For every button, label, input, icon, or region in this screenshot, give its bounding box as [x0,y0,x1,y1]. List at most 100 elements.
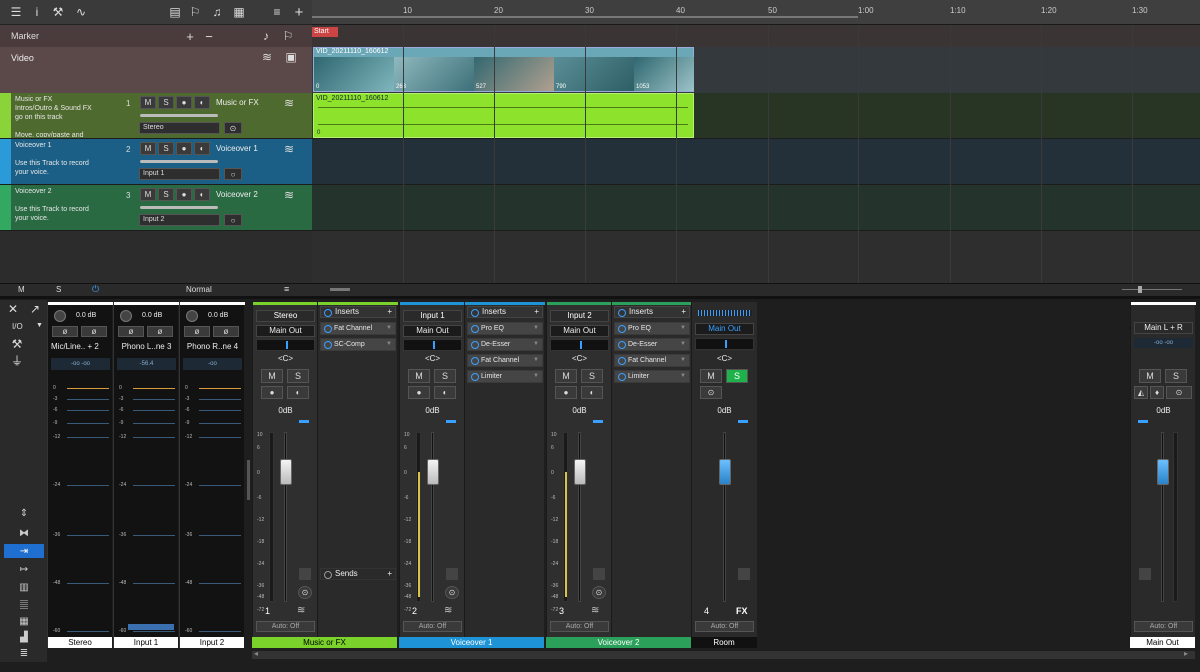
input-monitor-icon[interactable]: ○ [224,214,242,226]
bypass-icon[interactable] [738,568,750,580]
bus-icon[interactable]: ▦ [4,614,44,628]
track-volume-slider[interactable] [140,160,218,163]
main-name[interactable]: Main L + R [1134,322,1193,334]
channel-input-name[interactable]: Input 2 [550,310,609,322]
add-send-icon[interactable]: + [387,569,392,579]
chart-icon[interactable]: ▤ [168,5,182,19]
inserts-panel[interactable]: Inserts + Fat Channel ▼ SC-Comp ▼ Sends + [317,302,398,648]
fader-cap[interactable] [1157,459,1169,485]
channel-strip[interactable]: Input 1 Main Out <C> M S ● ◐ 0dB 10 6 0 -6 -12 -18 -24… [399,302,465,648]
video-clip[interactable]: VID_20211110_160612 0 263 527 790 1053 [313,47,694,92]
fx-channel-room[interactable]: Main Out <C> M S ⊙ 0dB 4 FX Auto: Off [691,302,757,648]
chevron-down-icon[interactable]: ▼ [680,323,686,334]
track-volume-slider[interactable] [140,114,218,117]
mute-button[interactable]: M [261,369,283,383]
automation-mode[interactable]: Auto: Off [1134,621,1193,632]
automation-mode[interactable]: Auto: Off [550,621,609,632]
phase-button[interactable]: ø [213,326,239,337]
power-icon[interactable] [618,309,626,317]
power-icon[interactable]: ⏻ [92,284,99,295]
insert-slot[interactable]: Limiter ▼ [614,370,690,383]
monitor-button[interactable]: ◐ [194,142,210,155]
gain-knob[interactable] [54,310,66,322]
track-name[interactable]: Voiceover 1 [216,144,258,153]
bypass-icon[interactable] [446,568,458,580]
global-mute-button[interactable]: M [18,285,25,294]
instrument-icon[interactable]: ▥ [4,580,44,594]
film-icon[interactable]: ▣ [284,50,298,64]
keyboard-icon[interactable]: 𝄚 [4,598,44,612]
output-select[interactable]: Main Out [403,325,462,337]
power-icon[interactable] [618,373,626,381]
toggle-icon[interactable]: ⊙ [224,122,242,134]
record-arm-button[interactable]: ● [408,386,430,399]
fader-track[interactable] [431,432,434,602]
power-icon[interactable] [324,571,332,579]
wrench-icon[interactable]: ⚒ [10,337,24,351]
solo-button[interactable]: S [158,188,174,201]
record-arm-button[interactable]: ● [176,142,192,155]
phase-button[interactable]: ø [52,326,78,337]
marker-lane[interactable]: Start [312,25,1200,47]
record-arm-button[interactable]: ● [176,96,192,109]
record-arm-button[interactable]: ● [261,386,283,399]
automation-mode[interactable]: Auto: Off [403,621,462,632]
chevron-down-icon[interactable]: ▼ [533,323,539,334]
track-header-music-or-fx[interactable]: Music or FX Intros/Outro & Sound FX go o… [0,93,312,139]
mute-button[interactable]: M [140,188,156,201]
link-icon[interactable]: ⊙ [592,586,606,599]
mute-button[interactable]: M [555,369,577,383]
output-select[interactable]: Main Out [256,325,315,337]
insert-slot[interactable]: De-Esser ▼ [467,338,543,351]
link-icon[interactable]: ⊙ [700,386,722,399]
add-track-icon[interactable]: + [292,4,306,21]
fader-cap[interactable] [280,459,292,485]
waveform-icon[interactable]: ≋ [282,96,296,110]
mixer-scrollbar[interactable]: ◂ ▸ [252,649,1195,659]
zoom-slider[interactable] [1122,289,1182,290]
chevron-down-icon[interactable]: ▼ [533,355,539,366]
flag-icon[interactable]: ⚐ [188,5,202,19]
phase-button[interactable]: ø [118,326,144,337]
chevron-down-icon[interactable]: ▼ [533,371,539,382]
phase-button[interactable]: ø [81,326,107,337]
insert-slot[interactable]: Fat Channel ▼ [320,322,396,335]
menu-icon[interactable]: ☰ [8,5,24,19]
channel-input-name[interactable]: Stereo [256,310,315,322]
power-icon[interactable] [471,325,479,333]
solo-button[interactable]: S [726,369,748,383]
monitor-button[interactable]: ◐ [434,386,456,399]
waveform-icon[interactable]: ≋ [282,188,296,202]
collapse-icon[interactable]: ⇕ [4,506,44,520]
solo-button[interactable]: S [158,142,174,155]
close-icon[interactable]: ✕ [6,302,20,316]
remove-marker-icon[interactable]: − [203,29,215,44]
meter-icon[interactable]: ▟ [4,630,44,644]
scroll-left-icon[interactable]: ◂ [254,649,258,658]
phase-button[interactable]: ø [147,326,173,337]
waveform-icon[interactable]: ≋ [260,50,274,64]
insert-slot[interactable]: Limiter ▼ [467,370,543,383]
wrench-icon[interactable]: ⚒ [50,5,66,19]
mute-button[interactable]: M [140,142,156,155]
lane-voiceover-1[interactable] [312,139,1200,185]
track-input-select[interactable]: Stereo [139,122,220,134]
bypass-icon[interactable] [593,568,605,580]
power-icon[interactable] [471,309,479,317]
power-icon[interactable] [618,341,626,349]
track-header-voiceover-2[interactable]: Voiceover 2 Use this Track to record you… [0,185,312,231]
lane-empty[interactable] [312,231,1200,283]
pan-control[interactable] [256,339,315,351]
solo-button[interactable]: S [434,369,456,383]
track-input-select[interactable]: Input 1 [139,168,220,180]
main-out-channel[interactable]: Main L + R -oo -oo M S ◭ ♦ ⊙ 0dB Auto: O… [1130,302,1196,648]
link-icon[interactable]: ⊙ [445,586,459,599]
power-icon[interactable] [324,325,332,333]
waveform-icon[interactable]: ≋ [591,605,599,616]
automation-mode[interactable]: Auto: Off [256,621,315,632]
fader-track[interactable] [578,432,581,602]
io-label[interactable]: I/O [12,322,23,331]
output-select[interactable]: Main Out [695,323,754,335]
lane-voiceover-2[interactable] [312,185,1200,231]
waveform-icon[interactable]: ≋ [444,605,452,616]
